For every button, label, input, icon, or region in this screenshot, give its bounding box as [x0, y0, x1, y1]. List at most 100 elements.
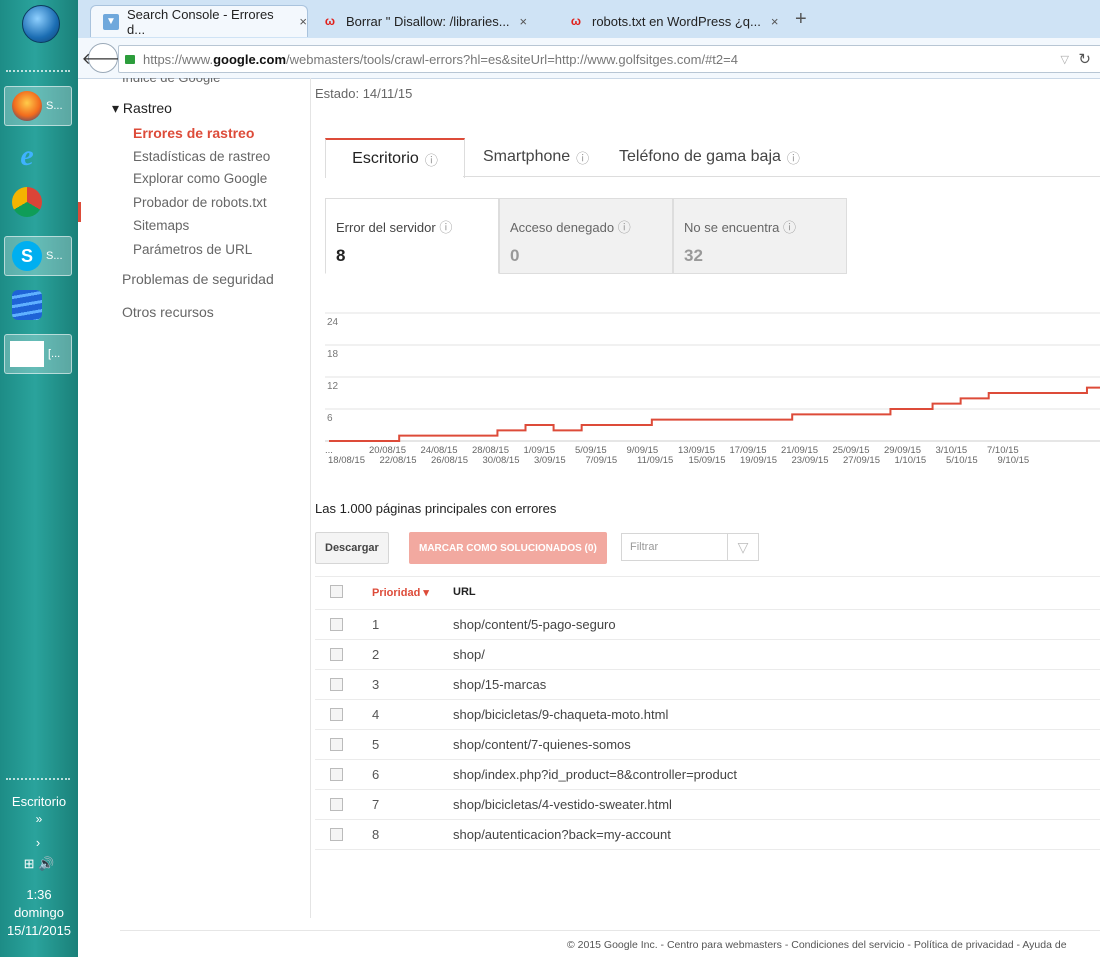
nav-item-security-issues[interactable]: Problemas de seguridad	[122, 271, 274, 287]
clock-time[interactable]: 1:36	[0, 887, 78, 902]
navigation-bar: 🡐 https://www. google.com/webmasters/tool…	[78, 38, 1100, 79]
stat-label: Acceso denegado ⓘ	[510, 220, 631, 235]
table-row[interactable]: 2 shop/	[315, 640, 1100, 670]
table-row[interactable]: 1 shop/content/5-pago-seguro	[315, 610, 1100, 640]
new-tab-button[interactable]: +	[795, 8, 807, 31]
x-tick-label: 27/09/15	[843, 455, 880, 466]
tab-smartphone[interactable]: Smartphone ⓘ	[483, 138, 589, 176]
row-checkbox[interactable]	[330, 618, 343, 631]
taskbar-grip[interactable]	[6, 778, 70, 786]
row-url[interactable]: shop/autenticacion?back=my-account	[453, 827, 671, 842]
row-url[interactable]: shop/bicicletas/9-chaqueta-moto.html	[453, 707, 668, 722]
download-button[interactable]: Descargar	[315, 532, 389, 564]
x-tick-label: 15/09/15	[689, 455, 726, 466]
help-icon[interactable]: ⓘ	[576, 148, 589, 167]
close-tab-icon[interactable]: ×	[520, 14, 528, 29]
nav-item-robots-tester[interactable]: Probador de robots.txt	[133, 195, 267, 210]
clock-date[interactable]: 15/11/2015	[0, 923, 78, 938]
tab-desktop[interactable]: Escritorio ⓘ	[325, 138, 465, 178]
stat-not-found[interactable]: No se encuentra ⓘ 32	[673, 198, 847, 274]
tab-label: Teléfono de gama baja	[619, 148, 781, 165]
filter-placeholder: Filtrar	[630, 541, 659, 553]
firefox-icon	[12, 91, 42, 121]
row-priority: 1	[372, 617, 380, 632]
row-url[interactable]: shop/15-marcas	[453, 677, 546, 692]
row-checkbox[interactable]	[330, 828, 343, 841]
taskbar-stack-app[interactable]	[4, 285, 72, 325]
taskbar-firefox[interactable]: S...	[4, 86, 72, 126]
table-row[interactable]: 8 shop/autenticacion?back=my-account	[315, 820, 1100, 850]
tab-title: Search Console - Errores d...	[127, 6, 274, 37]
taskbar-grip[interactable]	[6, 70, 70, 78]
browser-tab-borrar[interactable]: ω Borrar " Disallow: /libraries... ×	[310, 5, 550, 37]
stat-access-denied[interactable]: Acceso denegado ⓘ 0	[499, 198, 673, 274]
close-tab-icon[interactable]: ×	[771, 14, 779, 29]
desktop-toolbar-label[interactable]: Escritorio	[0, 794, 78, 809]
url-scheme: https://www.	[143, 51, 214, 67]
table-row[interactable]: 7 shop/bicicletas/4-vestido-sweater.html	[315, 790, 1100, 820]
row-checkbox[interactable]	[330, 678, 343, 691]
back-button[interactable]: 🡐	[82, 43, 124, 73]
nav-item-crawl-errors[interactable]: Errores de rastreo	[133, 125, 254, 141]
dropdown-arrow-icon[interactable]: ▽	[1061, 53, 1069, 66]
table-row[interactable]: 6 shop/index.php?id_product=8&controller=…	[315, 760, 1100, 790]
help-icon[interactable]: ⓘ	[787, 148, 800, 167]
skype-icon: S	[12, 241, 42, 271]
taskbar-chrome[interactable]	[4, 182, 72, 222]
browser-tab-bar: ▼ Search Console - Errores d... × ω Borr…	[78, 0, 1100, 39]
nav-item-fetch-as-google[interactable]: Explorar como Google	[133, 171, 267, 186]
stat-server-error[interactable]: Error del servidor ⓘ 8	[325, 198, 499, 274]
nav-item-crawl-stats[interactable]: Estadísticas de rastreo	[133, 149, 270, 164]
taskbar-skype[interactable]: S S...	[4, 236, 72, 276]
y-tick-label: 24	[327, 317, 339, 328]
priority-header[interactable]: Prioridad ▾	[372, 586, 429, 599]
nav-item-sitemaps[interactable]: Sitemaps	[133, 218, 189, 233]
x-tick-label: 22/08/15	[380, 455, 417, 466]
taskbar-window[interactable]: [...	[4, 334, 72, 374]
select-all-checkbox[interactable]	[330, 585, 343, 598]
row-url[interactable]: shop/content/5-pago-seguro	[453, 617, 616, 632]
close-tab-icon[interactable]: ×	[299, 14, 307, 29]
row-checkbox[interactable]	[330, 648, 343, 661]
errors-line-chart: 6121824... 20/08/15 24/08/15 28/08/15 1/09/1…	[325, 312, 1100, 466]
tab-feature-phone[interactable]: Teléfono de gama baja ⓘ	[619, 138, 800, 176]
y-tick-label: 6	[327, 413, 333, 424]
url-header[interactable]: URL	[453, 586, 476, 598]
row-priority: 4	[372, 707, 380, 722]
help-icon[interactable]: ⓘ	[425, 150, 438, 169]
row-checkbox[interactable]	[330, 738, 343, 751]
row-url[interactable]: shop/bicicletas/4-vestido-sweater.html	[453, 797, 672, 812]
taskbar-ie[interactable]: e	[4, 136, 72, 176]
tray-icons[interactable]: ⊞ 🔊	[0, 856, 78, 872]
stat-value: 32	[684, 246, 703, 265]
table-row[interactable]: 3 shop/15-marcas	[315, 670, 1100, 700]
row-checkbox[interactable]	[330, 768, 343, 781]
chevron-icon[interactable]: »	[0, 812, 78, 826]
arrow-icon[interactable]: ›	[28, 835, 48, 850]
filter-input[interactable]: Filtrar ▽	[621, 533, 759, 561]
nav-item-other-resources[interactable]: Otros recursos	[122, 304, 214, 320]
row-priority: 7	[372, 797, 380, 812]
row-url[interactable]: shop/	[453, 647, 485, 662]
tab-label: Smartphone	[483, 148, 571, 165]
lock-icon	[125, 54, 135, 64]
start-button[interactable]	[18, 2, 62, 46]
nav-item-index[interactable]: Índice de Google	[122, 78, 220, 86]
clock-day[interactable]: domingo	[0, 905, 78, 920]
url-bar[interactable]: https://www. google.com/webmasters/tools/…	[118, 45, 1100, 73]
table-row[interactable]: 5 shop/content/7-quienes-somos	[315, 730, 1100, 760]
row-checkbox[interactable]	[330, 798, 343, 811]
funnel-icon[interactable]: ▽	[727, 534, 758, 560]
browser-tab-robots[interactable]: ω robots.txt en WordPress ¿q... ×	[556, 5, 788, 37]
nav-item-url-parameters[interactable]: Parámetros de URL	[133, 242, 252, 257]
nav-section-crawl[interactable]: ▾ Rastreo	[112, 100, 172, 117]
table-row[interactable]: 4 shop/bicicletas/9-chaqueta-moto.html	[315, 700, 1100, 730]
reload-icon[interactable]: ↻	[1078, 50, 1091, 68]
row-url[interactable]: shop/content/7-quienes-somos	[453, 737, 631, 752]
browser-tab-search-console[interactable]: ▼ Search Console - Errores d... ×	[90, 5, 308, 37]
row-url[interactable]: shop/index.php?id_product=8&controller=p…	[453, 767, 737, 782]
w-favicon: ω	[570, 14, 582, 28]
mark-as-fixed-button[interactable]: MARCAR COMO SOLUCIONADOS (0)	[409, 532, 607, 564]
row-checkbox[interactable]	[330, 708, 343, 721]
errors-table: Prioridad ▾ URL 1 shop/content/5-pago-seg…	[315, 576, 1100, 850]
